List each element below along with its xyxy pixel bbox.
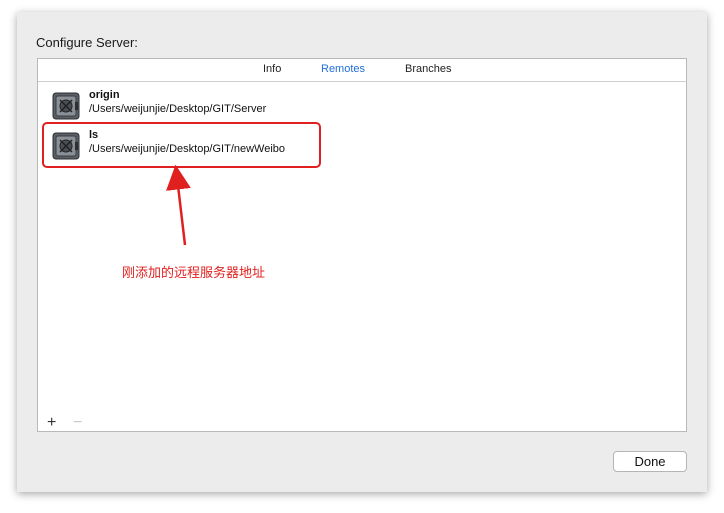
- add-remote-button[interactable]: +: [47, 414, 56, 432]
- done-button[interactable]: Done: [613, 451, 687, 472]
- sheet-title: Configure Server:: [36, 35, 138, 50]
- configure-server-sheet: Configure Server: Info Remotes Branches …: [17, 12, 707, 492]
- annotation-text: 刚添加的远程服务器地址: [122, 265, 266, 280]
- remotes-panel: Info Remotes Branches origin /Users/weij…: [37, 58, 687, 432]
- remove-remote-button[interactable]: −: [73, 414, 82, 432]
- annotation-arrow: [166, 164, 191, 246]
